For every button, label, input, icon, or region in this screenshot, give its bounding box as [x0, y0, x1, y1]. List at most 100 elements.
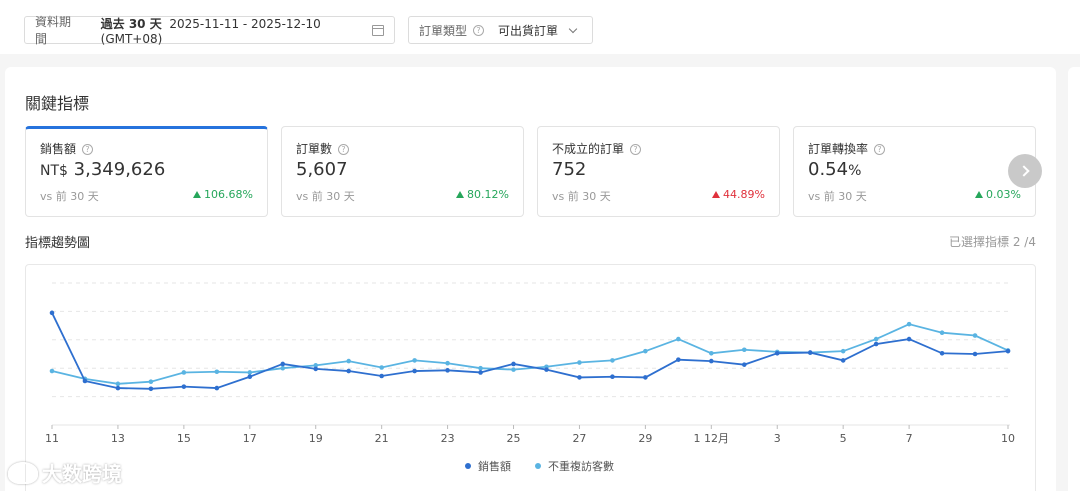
data-point[interactable] — [610, 358, 615, 363]
data-point[interactable] — [676, 357, 681, 362]
data-point[interactable] — [280, 361, 286, 367]
help-icon[interactable]: ? — [82, 144, 94, 155]
order-type-filter[interactable]: 訂單類型 ? 可出貨訂單 — [408, 16, 593, 44]
series-line — [51, 323, 1009, 385]
data-point[interactable] — [478, 365, 483, 371]
metric-change-value: 80.12% — [467, 188, 509, 201]
data-point[interactable] — [511, 367, 516, 372]
help-icon[interactable]: ? — [630, 144, 642, 155]
data-point[interactable] — [412, 368, 417, 374]
data-point[interactable] — [741, 362, 747, 367]
data-point[interactable] — [577, 375, 582, 380]
data-point[interactable] — [181, 384, 187, 389]
data-point[interactable] — [873, 336, 879, 342]
data-point[interactable] — [939, 350, 945, 356]
data-point[interactable] — [741, 347, 747, 353]
data-point[interactable] — [511, 361, 516, 367]
data-point[interactable] — [972, 333, 978, 338]
data-point[interactable] — [214, 369, 220, 375]
data-point[interactable] — [82, 378, 88, 384]
date-range-value: 過去 30 天 2025-11-11 - 2025-12-10 (GMT+08) — [101, 15, 384, 46]
data-point[interactable] — [544, 367, 549, 372]
metric-value: 5,607 — [296, 159, 348, 180]
data-point[interactable] — [709, 358, 714, 364]
metric-change: 106.68% — [193, 188, 253, 201]
metric-comparison: vs 前 30 天 — [808, 190, 867, 203]
data-point[interactable] — [115, 385, 121, 391]
watermark-logo-icon — [8, 461, 38, 484]
metric-change: 44.89% — [712, 188, 765, 201]
data-point[interactable] — [148, 386, 154, 392]
metric-card[interactable]: 不成立的訂單? 752 vs 前 30 天 44.89% — [537, 126, 780, 217]
data-point[interactable] — [379, 373, 384, 379]
legend-label[interactable]: 銷售額 — [478, 459, 511, 473]
chevron-down-icon — [568, 24, 578, 33]
legend-marker[interactable] — [535, 463, 541, 469]
data-point[interactable] — [214, 385, 220, 391]
x-tick-label: 21 — [375, 432, 389, 445]
data-point[interactable] — [412, 358, 417, 363]
triangle-up-icon — [456, 191, 465, 198]
next-cards-button[interactable] — [1008, 154, 1042, 188]
data-point[interactable] — [379, 365, 384, 370]
data-point[interactable] — [577, 360, 582, 365]
data-point[interactable] — [807, 350, 813, 355]
metric-title: 訂單數? — [296, 140, 350, 157]
data-point[interactable] — [313, 366, 319, 372]
metric-title-text: 不成立的訂單 — [552, 142, 625, 156]
x-tick-label: 11 — [45, 432, 59, 445]
x-tick-label: 3 — [774, 432, 781, 445]
section-title: 關鍵指標 — [25, 94, 90, 113]
legend-label[interactable]: 不重複訪客數 — [548, 459, 614, 473]
metric-value: 0.54% — [808, 159, 861, 180]
data-point[interactable] — [972, 351, 978, 357]
triangle-up-icon — [193, 191, 202, 198]
selected-metrics-count[interactable]: 已選擇指標 2 /4 — [949, 233, 1036, 250]
x-tick-label: 19 — [309, 432, 323, 445]
data-point[interactable] — [49, 368, 55, 374]
date-range-name: 過去 30 天 — [100, 16, 162, 31]
data-point[interactable] — [445, 368, 450, 373]
x-tick-label: 1 12月 — [694, 432, 730, 445]
help-icon[interactable]: ? — [874, 144, 886, 155]
data-point[interactable] — [247, 374, 253, 380]
metric-title: 不成立的訂單? — [552, 140, 642, 157]
data-point[interactable] — [445, 360, 450, 366]
metric-change: 0.03% — [975, 188, 1021, 201]
data-point[interactable] — [840, 358, 846, 363]
help-icon[interactable]: ? — [338, 144, 350, 155]
data-point[interactable] — [247, 370, 253, 375]
data-point[interactable] — [643, 348, 648, 354]
data-point[interactable] — [774, 350, 780, 356]
watermark: 大数跨境 — [8, 458, 122, 487]
data-point[interactable] — [181, 370, 187, 375]
metric-card[interactable]: 訂單轉換率? 0.54% vs 前 30 天 0.03% — [793, 126, 1036, 217]
data-point[interactable] — [346, 368, 351, 374]
metric-value: NT$ 3,349,626 — [40, 159, 165, 180]
data-point[interactable] — [1005, 348, 1011, 354]
data-point[interactable] — [610, 374, 615, 380]
data-point[interactable] — [148, 379, 154, 384]
data-point[interactable] — [709, 350, 714, 356]
data-point[interactable] — [939, 330, 945, 335]
legend-marker[interactable] — [465, 463, 471, 469]
date-range-filter[interactable]: 資料期間 過去 30 天 2025-11-11 - 2025-12-10 (GM… — [24, 15, 395, 46]
data-point[interactable] — [280, 365, 286, 371]
metric-change-value: 44.89% — [723, 188, 765, 201]
metric-change-value: 0.03% — [986, 188, 1021, 201]
help-icon[interactable]: ? — [473, 24, 485, 36]
data-point[interactable] — [346, 358, 351, 364]
data-point[interactable] — [906, 321, 912, 327]
data-point[interactable] — [478, 370, 483, 375]
data-point[interactable] — [873, 341, 879, 347]
metric-card[interactable]: 訂單數? 5,607 vs 前 30 天 80.12% — [281, 126, 524, 217]
calendar-icon[interactable] — [372, 25, 384, 36]
data-point[interactable] — [840, 348, 846, 354]
data-point[interactable] — [49, 310, 55, 316]
data-point[interactable] — [676, 336, 681, 342]
data-point[interactable] — [115, 381, 121, 387]
data-point[interactable] — [906, 336, 912, 342]
watermark-text: 大数跨境 — [42, 462, 122, 486]
metric-card[interactable]: 銷售額? NT$ 3,349,626 vs 前 30 天 106.68% — [25, 126, 268, 217]
data-point[interactable] — [643, 375, 648, 380]
